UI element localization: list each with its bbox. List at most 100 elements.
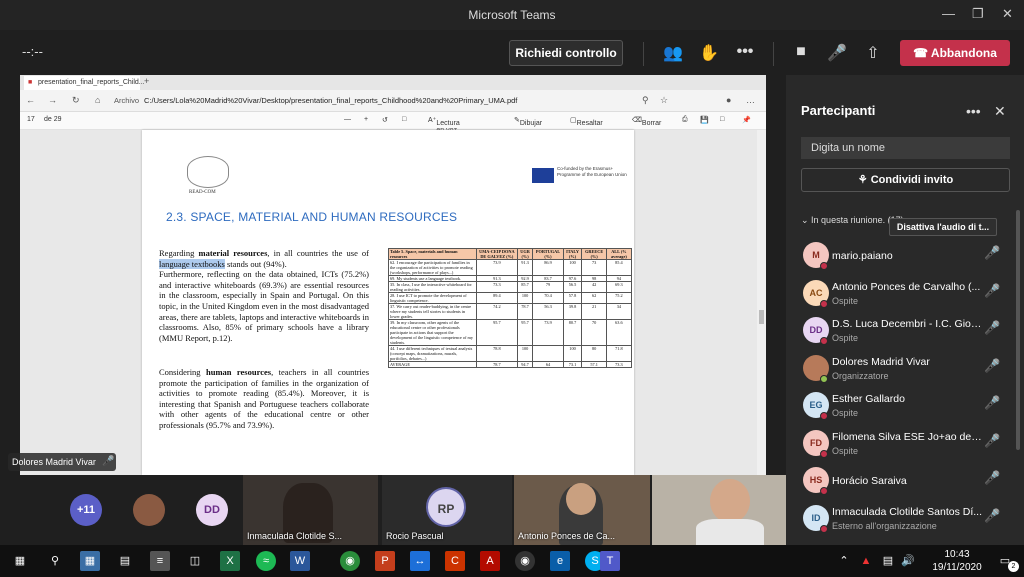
save-as-icon[interactable]: □ (720, 116, 724, 123)
favorite-icon[interactable]: ☆ (660, 95, 668, 106)
close-window-icon[interactable]: ✕ (1002, 6, 1013, 22)
mic-muted-icon[interactable]: 🎤 (984, 433, 1000, 449)
participants-icon[interactable]: 👥 (662, 43, 684, 63)
store-icon[interactable]: ▦ (80, 551, 100, 571)
save-icon[interactable]: 💾 (700, 116, 709, 124)
mic-muted-icon[interactable]: 🎤 (984, 320, 1000, 336)
print-icon[interactable]: ⎙ (682, 116, 688, 124)
panel-close-icon[interactable]: ✕ (994, 103, 1006, 120)
table-header-cell: UGR (%) (516, 248, 534, 260)
tray-acrobat-icon[interactable]: ▲ (856, 551, 876, 571)
table-cell: 95.7 (476, 319, 518, 346)
minimize-icon[interactable]: — (942, 6, 955, 21)
draw-button[interactable]: ✎ Dibujar (514, 116, 542, 127)
erase-button[interactable]: ⌫ Borrar (632, 116, 661, 127)
zoom-icon[interactable]: ⚲ (642, 95, 649, 106)
excel-icon[interactable]: X (220, 551, 240, 571)
share-screen-icon[interactable]: ⇧ (862, 43, 884, 63)
video-tile-inmaculada[interactable]: Inmaculada Clotilde S... (243, 475, 378, 545)
table-cell: 80.7 (562, 319, 583, 346)
page-total: de 29 (44, 116, 62, 123)
camera-icon[interactable]: ■ (790, 43, 812, 61)
chrome-icon[interactable]: ◉ (340, 551, 360, 571)
mic-muted-icon[interactable]: 🎤 (984, 358, 1000, 374)
calculator-icon[interactable]: ≡ (150, 551, 170, 571)
video-tile-rocio[interactable]: RP Rocio Pascual (382, 475, 512, 545)
monitor-icon[interactable]: ◫ (185, 551, 205, 571)
network-icon[interactable]: ▤ (878, 551, 898, 571)
files-icon[interactable]: ▤ (115, 551, 135, 571)
panel-scrollbar[interactable] (1016, 210, 1020, 450)
address-bar: ← → ↻ ⌂ Archivo C:/Users/Lola%20Madrid%2… (20, 90, 766, 112)
clock[interactable]: 10:43 19/11/2020 (927, 548, 987, 574)
forward-icon[interactable]: → (48, 95, 57, 105)
refresh-icon[interactable]: ↻ (72, 95, 80, 106)
rotate-icon[interactable]: ↺ (382, 116, 388, 124)
presence-status (820, 487, 828, 495)
fit-page-icon[interactable]: □ (402, 116, 406, 123)
mic-muted-icon[interactable]: 🎤 (984, 283, 1000, 299)
table-cell: 62 (581, 292, 607, 304)
browser-tab[interactable]: ■ presentation_final_reports_Child... (24, 76, 145, 90)
more-participants-badge[interactable]: +11 (70, 494, 102, 526)
url-field[interactable]: C:/Users/Lola%20Madrid%20Vivar/Desktop/p… (144, 94, 634, 108)
read-aloud-button[interactable]: A⁺ Lectura en voz alta (428, 116, 460, 141)
maximize-icon[interactable]: ❐ (972, 6, 984, 22)
share-invite-button[interactable]: ⚘ Condividi invito (801, 168, 1010, 192)
powerpoint-icon[interactable]: P (375, 551, 395, 571)
mic-muted-icon[interactable]: 🎤 (984, 245, 1000, 261)
mic-muted-icon[interactable]: 🎤 (984, 508, 1000, 524)
zoom-out-icon[interactable]: — (344, 116, 351, 123)
participant-row[interactable]: FD Filomena Silva ESE Jo+ao de ... Ospite 🎤 (786, 426, 1024, 464)
table-header-cell: GREECE (%) (581, 248, 607, 260)
mic-muted-icon[interactable]: 🎤 (826, 43, 848, 63)
highlight-button[interactable]: ▢ Resaltar (570, 116, 603, 127)
ccleaner-icon[interactable]: C (445, 551, 465, 571)
new-tab-icon[interactable]: + (144, 76, 149, 86)
teams-icon[interactable]: T (600, 551, 620, 571)
teamviewer-icon[interactable]: ↔ (410, 551, 430, 571)
spotify-icon[interactable]: ≈ (256, 551, 276, 571)
table-cell: 85.7 (516, 281, 534, 293)
volume-icon[interactable]: 🔊 (898, 551, 918, 571)
participant-row[interactable]: HS Horácio Saraiva 🎤 (786, 463, 1024, 501)
back-icon[interactable]: ← (26, 95, 35, 105)
pdf-scrollbar[interactable] (757, 130, 766, 475)
participant-row[interactable]: Mmario.paiano 🎤 (786, 238, 1024, 276)
mute-all-button[interactable]: Disattiva l'audio di t... (889, 218, 997, 236)
app-icon[interactable]: ◉ (515, 551, 535, 571)
mic-muted-icon[interactable]: 🎤 (984, 470, 1000, 486)
tray-chevron-icon[interactable]: ⌃ (834, 551, 854, 571)
zoom-in-icon[interactable]: + (364, 116, 368, 123)
request-control-button[interactable]: Richiedi controllo (509, 40, 623, 66)
pin-icon[interactable]: 📌 (742, 116, 751, 124)
participant-row[interactable]: DD D.S. Luca Decembri - I.C. Giov... Ospit… (786, 313, 1024, 351)
participant-search-input[interactable]: Digita un nome (801, 137, 1010, 159)
eu-flag-icon (532, 168, 554, 183)
panel-more-icon[interactable]: ••• (966, 103, 981, 119)
participant-row[interactable]: Dolores Madrid Vivar Organizzatore 🎤 (786, 351, 1024, 389)
leave-button[interactable]: ☎ Abbandona (900, 40, 1010, 66)
table-cell: 94.7 (516, 361, 534, 368)
participant-row[interactable]: AC Antonio Ponces de Carvalho (... Ospite 🎤 (786, 276, 1024, 314)
page-number-field[interactable]: 17 (27, 116, 35, 123)
search-icon[interactable]: ⚲ (45, 551, 65, 571)
acrobat-icon[interactable]: A (480, 551, 500, 571)
video-tile-antonio[interactable]: Antonio Ponces de Ca... (514, 475, 650, 545)
window-title: Microsoft Teams (468, 8, 556, 22)
more-actions-icon[interactable]: ••• (734, 43, 756, 61)
home-icon[interactable]: ⌂ (95, 95, 100, 105)
word-icon[interactable]: W (290, 551, 310, 571)
browser-menu-icon[interactable]: … (746, 95, 755, 105)
table-row: 37. We carry out reader-buddying, in the… (388, 303, 633, 320)
edge-icon[interactable]: e (550, 551, 570, 571)
table-cell: 71.8 (605, 345, 633, 362)
mic-muted-icon[interactable]: 🎤 (984, 395, 1000, 411)
windows-start-icon[interactable]: ▦ (10, 551, 30, 571)
table-cell: 21 (581, 303, 607, 320)
raise-hand-icon[interactable]: ✋ (698, 43, 720, 63)
profile-icon[interactable]: ● (726, 95, 731, 105)
video-tile-man[interactable] (652, 475, 786, 545)
participant-row[interactable]: ID Inmaculada Clotilde Santos Dí... Estern… (786, 501, 1024, 539)
participant-row[interactable]: EG Esther Gallardo Ospite 🎤 (786, 388, 1024, 426)
